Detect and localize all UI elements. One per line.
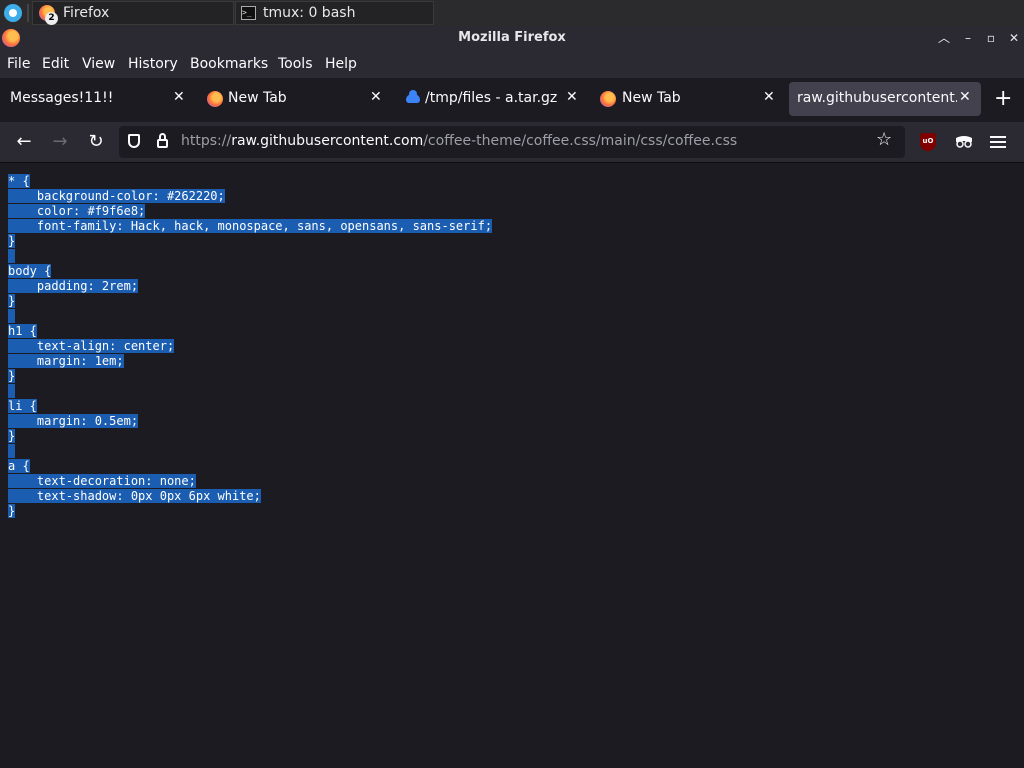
terminal-icon: >_ bbox=[241, 6, 256, 20]
window-title: Mozilla Firefox bbox=[458, 30, 566, 45]
tab-new-tab-1[interactable]: New Tab ✕ bbox=[196, 82, 393, 116]
code-line: * { bbox=[8, 174, 30, 188]
tab-new-tab-2[interactable]: New Tab ✕ bbox=[590, 82, 787, 116]
tracking-protection-shield-icon[interactable] bbox=[128, 134, 140, 148]
code-line: } bbox=[8, 504, 16, 518]
menu-bar: File Edit View History Bookmarks Tools H… bbox=[0, 51, 1024, 78]
menu-help[interactable]: Help bbox=[325, 56, 357, 72]
url-host: raw.githubusercontent.com bbox=[231, 133, 424, 149]
url-scheme: https:// bbox=[181, 133, 232, 149]
task-label: Firefox bbox=[63, 5, 110, 21]
close-tab-icon[interactable]: ✕ bbox=[959, 89, 971, 105]
code-line: background-color: #262220; bbox=[8, 189, 225, 203]
close-tab-icon[interactable]: ✕ bbox=[763, 89, 775, 105]
code-line: padding: 2rem; bbox=[8, 279, 139, 293]
code-line bbox=[8, 384, 492, 399]
window-titlebar[interactable]: Mozilla Firefox ︿ – ▫ ✕ bbox=[0, 26, 1024, 51]
url-text[interactable]: https://raw.githubusercontent.com/coffee… bbox=[181, 133, 737, 149]
tab-title: raw.githubusercontent.c bbox=[797, 90, 957, 106]
extension-mask-icon[interactable] bbox=[954, 134, 974, 150]
code-line: margin: 0.5em; bbox=[8, 414, 139, 428]
code-line bbox=[8, 309, 492, 324]
new-tab-button[interactable]: + bbox=[994, 87, 1012, 111]
task-label: tmux: 0 bash bbox=[263, 5, 356, 21]
code-line: text-shadow: 0px 0px 6px white; bbox=[8, 489, 261, 503]
maximize-button[interactable]: ▫ bbox=[983, 30, 999, 46]
tab-tmp-files[interactable]: /tmp/files - a.tar.gz ✕ bbox=[393, 82, 590, 116]
cloud-icon bbox=[406, 90, 420, 103]
code-line: a { bbox=[8, 459, 30, 473]
tab-title: Messages!11!! bbox=[10, 90, 114, 106]
code-line: } bbox=[8, 294, 16, 308]
code-line: color: #f9f6e8; bbox=[8, 204, 146, 218]
code-line: li { bbox=[8, 399, 37, 413]
code-line: } bbox=[8, 234, 16, 248]
url-path: /coffee-theme/coffee.css/main/css/coffee… bbox=[423, 133, 738, 149]
code-line: margin: 1em; bbox=[8, 354, 124, 368]
url-bar[interactable]: https://raw.githubusercontent.com/coffee… bbox=[119, 126, 905, 158]
tab-title: New Tab bbox=[622, 90, 681, 106]
tab-title: /tmp/files - a.tar.gz bbox=[425, 90, 558, 106]
ublock-origin-icon[interactable]: uO bbox=[920, 133, 936, 151]
chevron-up-icon[interactable]: ︿ bbox=[936, 30, 952, 46]
code-line: body { bbox=[8, 264, 52, 278]
os-taskbar: 2 Firefox >_ tmux: 0 bash bbox=[0, 0, 1024, 27]
tab-raw-github[interactable]: raw.githubusercontent.c ✕ bbox=[789, 82, 981, 116]
code-line: h1 { bbox=[8, 324, 37, 338]
forward-button[interactable]: → bbox=[48, 130, 72, 154]
page-content[interactable]: * { background-color: #262220; color: #f… bbox=[0, 163, 1024, 768]
menu-history[interactable]: History bbox=[128, 56, 178, 72]
reload-button[interactable]: ↻ bbox=[84, 130, 108, 154]
code-line: font-family: Hack, hack, monospace, sans… bbox=[8, 219, 493, 233]
tab-strip: Messages!11!! ✕ New Tab ✕ /tmp/files - a… bbox=[0, 78, 1024, 122]
close-tab-icon[interactable]: ✕ bbox=[566, 89, 578, 105]
back-button[interactable]: ← bbox=[12, 130, 36, 154]
code-line: } bbox=[8, 429, 16, 443]
window-count-badge: 2 bbox=[45, 12, 58, 25]
tab-messages[interactable]: Messages!11!! ✕ bbox=[0, 82, 196, 116]
taskbar-separator bbox=[27, 4, 29, 22]
code-line bbox=[8, 249, 492, 264]
lock-icon[interactable] bbox=[157, 133, 168, 148]
tab-title: New Tab bbox=[228, 90, 287, 106]
close-tab-icon[interactable]: ✕ bbox=[370, 89, 382, 105]
minimize-button[interactable]: – bbox=[960, 30, 976, 46]
menu-view[interactable]: View bbox=[82, 56, 115, 72]
close-tab-icon[interactable]: ✕ bbox=[173, 89, 185, 105]
menu-tools[interactable]: Tools bbox=[278, 56, 313, 72]
css-source[interactable]: * { background-color: #262220; color: #f… bbox=[8, 174, 493, 519]
menu-bookmarks[interactable]: Bookmarks bbox=[190, 56, 268, 72]
task-tmux[interactable]: >_ tmux: 0 bash bbox=[235, 1, 434, 25]
code-line: text-align: center; bbox=[8, 339, 175, 353]
menu-file[interactable]: File bbox=[7, 56, 30, 72]
firefox-icon bbox=[600, 91, 616, 107]
firefox-icon bbox=[207, 91, 223, 107]
close-window-button[interactable]: ✕ bbox=[1006, 30, 1022, 46]
code-line: } bbox=[8, 369, 16, 383]
code-line bbox=[8, 444, 492, 459]
code-line: text-decoration: none; bbox=[8, 474, 196, 488]
app-menu-hamburger-icon[interactable] bbox=[990, 133, 1006, 149]
app-launcher-icon[interactable] bbox=[4, 4, 22, 22]
task-firefox[interactable]: 2 Firefox bbox=[32, 1, 234, 25]
menu-edit[interactable]: Edit bbox=[42, 56, 69, 72]
bookmark-star-icon[interactable]: ☆ bbox=[876, 129, 892, 150]
